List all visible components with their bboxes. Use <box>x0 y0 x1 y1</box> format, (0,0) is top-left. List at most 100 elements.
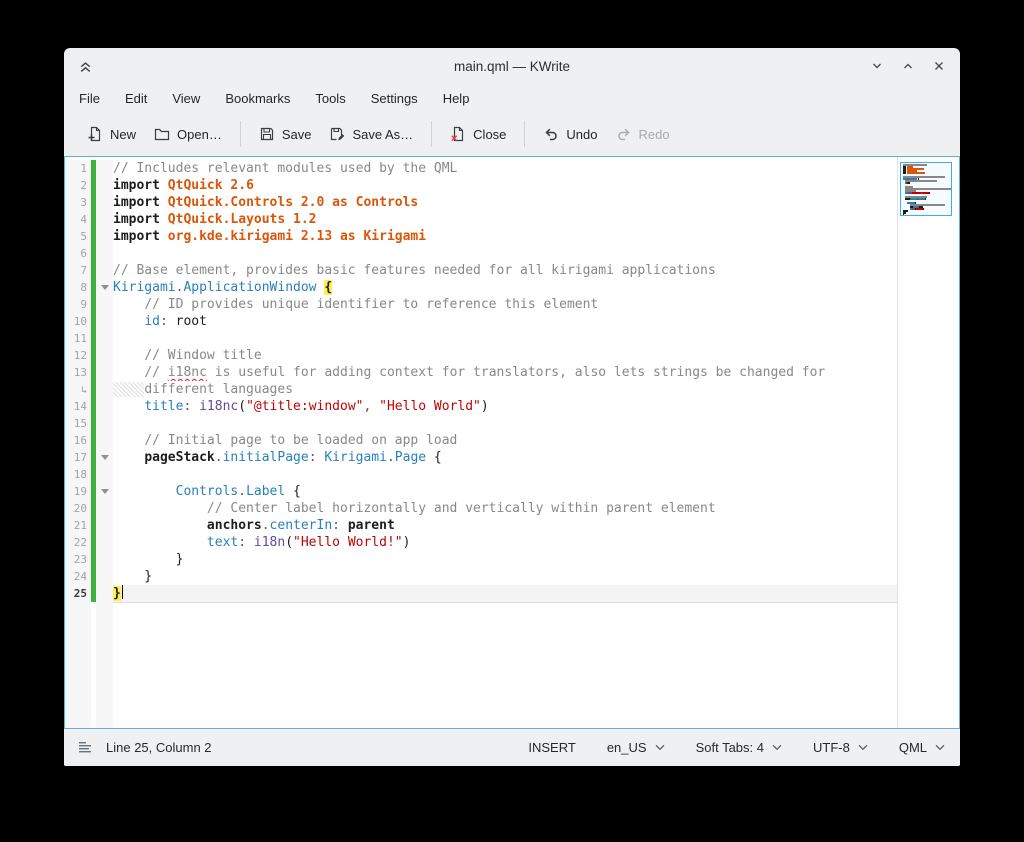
code-text[interactable]: // ID provides unique identifier to refe… <box>113 296 897 313</box>
new-button[interactable]: New <box>78 120 145 148</box>
line-number[interactable]: 12 <box>65 347 91 364</box>
line-number[interactable]: 5 <box>65 228 91 245</box>
code-text[interactable]: } <box>113 568 897 585</box>
line-number[interactable]: ↳ <box>65 381 91 398</box>
code-text[interactable]: title: i18nc("@title:window", "Hello Wor… <box>113 398 897 415</box>
code-line[interactable]: 5 import org.kde.kirigami 2.13 as Kirigam… <box>65 228 897 245</box>
code-line-wrap[interactable]: ↳ different languages <box>65 381 897 398</box>
code-text[interactable]: // Initial page to be loaded on app load <box>113 432 897 449</box>
code-line[interactable]: 14 title: i18nc("@title:window", "Hello … <box>65 398 897 415</box>
code-text[interactable] <box>113 602 897 728</box>
code-line[interactable]: 24 } <box>65 568 897 585</box>
redo-button[interactable]: Redo <box>607 120 679 148</box>
line-number[interactable]: 21 <box>65 517 91 534</box>
code-text[interactable]: text: i18n("Hello World!") <box>113 534 897 551</box>
editor-view[interactable]: 1// Includes relevant modules used by th… <box>64 156 960 729</box>
code-line[interactable]: 10 id: root <box>65 313 897 330</box>
code-line[interactable]: 8 Kirigami.ApplicationWindow { <box>65 279 897 296</box>
open-button[interactable]: Open… <box>145 120 231 148</box>
insert-mode-button[interactable]: INSERT <box>528 740 575 755</box>
code-text[interactable]: id: root <box>113 313 897 330</box>
code-line[interactable]: 21 anchors.centerIn: parent <box>65 517 897 534</box>
line-number[interactable]: 4 <box>65 211 91 228</box>
code-text[interactable]: different languages <box>113 381 897 398</box>
saveas-button[interactable]: Save As… <box>320 120 422 148</box>
code-line[interactable]: 23 } <box>65 551 897 568</box>
minimap-scrollbar[interactable] <box>898 157 959 728</box>
code-text[interactable] <box>113 245 897 262</box>
code-line[interactable]: 3import QtQuick.Controls 2.0 as Controls <box>65 194 897 211</box>
code-line[interactable]: 19 Controls.Label { <box>65 483 897 500</box>
line-number[interactable]: 23 <box>65 551 91 568</box>
code-text[interactable]: Kirigami.ApplicationWindow { <box>113 279 897 296</box>
line-number[interactable]: 16 <box>65 432 91 449</box>
code-text[interactable]: } <box>113 551 897 568</box>
minimap-viewport[interactable] <box>900 162 952 216</box>
code-empty-area[interactable] <box>65 602 897 728</box>
encoding-dropdown[interactable]: UTF-8 <box>813 740 868 755</box>
code-line[interactable]: 2 import QtQuick 2.6 <box>65 177 897 194</box>
code-line[interactable]: 15 <box>65 415 897 432</box>
list-icon[interactable] <box>77 740 93 755</box>
line-number[interactable]: 8 <box>65 279 91 296</box>
code-line[interactable]: 20 // Center label horizontally and vert… <box>65 500 897 517</box>
menu-help[interactable]: Help <box>441 88 472 109</box>
line-number[interactable]: 11 <box>65 330 91 347</box>
code-line[interactable]: 6 <box>65 245 897 262</box>
close-button[interactable] <box>928 55 950 77</box>
minimize-button[interactable] <box>866 55 888 77</box>
code-line[interactable]: 11 <box>65 330 897 347</box>
code-text[interactable]: // i18nc is useful for adding context fo… <box>113 364 897 381</box>
code-line[interactable]: 9 // ID provides unique identifier to re… <box>65 296 897 313</box>
line-number[interactable]: 3 <box>65 194 91 211</box>
fold-marker[interactable] <box>96 279 113 296</box>
menu-bookmarks[interactable]: Bookmarks <box>223 88 292 109</box>
menu-edit[interactable]: Edit <box>123 88 149 109</box>
line-number[interactable]: 18 <box>65 466 91 483</box>
code-text[interactable]: // Window title <box>113 347 897 364</box>
line-number[interactable]: 1 <box>65 160 91 177</box>
code-line[interactable]: 12 // Window title <box>65 347 897 364</box>
line-number[interactable]: 15 <box>65 415 91 432</box>
code-area[interactable]: 1// Includes relevant modules used by th… <box>65 157 897 728</box>
code-text[interactable]: Controls.Label { <box>113 483 897 500</box>
code-text[interactable]: import QtQuick.Layouts 1.2 <box>113 211 897 228</box>
code-text[interactable] <box>113 466 897 483</box>
code-text[interactable]: import org.kde.kirigami 2.13 as Kirigami <box>113 228 897 245</box>
tab-mode-dropdown[interactable]: Soft Tabs: 4 <box>696 740 782 755</box>
code-text[interactable]: anchors.centerIn: parent <box>113 517 897 534</box>
line-number[interactable]: 2 <box>65 177 91 194</box>
code-line[interactable]: 4 import QtQuick.Layouts 1.2 <box>65 211 897 228</box>
code-line[interactable]: 17 pageStack.initialPage: Kirigami.Page … <box>65 449 897 466</box>
line-number[interactable]: 13 <box>65 364 91 381</box>
fold-marker[interactable] <box>96 449 113 466</box>
line-number[interactable]: 22 <box>65 534 91 551</box>
line-number[interactable]: 14 <box>65 398 91 415</box>
code-text[interactable]: import QtQuick 2.6 <box>113 177 897 194</box>
code-line[interactable]: 1// Includes relevant modules used by th… <box>65 160 897 177</box>
line-number[interactable]: 9 <box>65 296 91 313</box>
code-text[interactable]: } <box>113 585 897 602</box>
shade-icon[interactable] <box>74 55 96 77</box>
line-number[interactable]: 24 <box>65 568 91 585</box>
undo-button[interactable]: Undo <box>534 120 606 148</box>
save-button[interactable]: Save <box>250 120 321 148</box>
syntax-mode-dropdown[interactable]: QML <box>899 740 945 755</box>
line-number[interactable]: 10 <box>65 313 91 330</box>
code-text[interactable]: // Center label horizontally and vertica… <box>113 500 897 517</box>
line-number[interactable]: 20 <box>65 500 91 517</box>
line-number[interactable]: 6 <box>65 245 91 262</box>
fold-marker[interactable] <box>96 483 113 500</box>
code-line[interactable]: 16 // Initial page to be loaded on app l… <box>65 432 897 449</box>
code-line[interactable]: 13 // i18nc is useful for adding context… <box>65 364 897 381</box>
code-line[interactable]: 18 <box>65 466 897 483</box>
menu-settings[interactable]: Settings <box>369 88 420 109</box>
code-text[interactable] <box>113 415 897 432</box>
menu-view[interactable]: View <box>170 88 202 109</box>
menu-file[interactable]: File <box>77 88 102 109</box>
code-line[interactable]: 7// Base element, provides basic feature… <box>65 262 897 279</box>
titlebar[interactable]: main.qml — KWrite <box>64 48 960 84</box>
maximize-button[interactable] <box>897 55 919 77</box>
line-number[interactable]: 19 <box>65 483 91 500</box>
dictionary-dropdown[interactable]: en_US <box>607 740 665 755</box>
